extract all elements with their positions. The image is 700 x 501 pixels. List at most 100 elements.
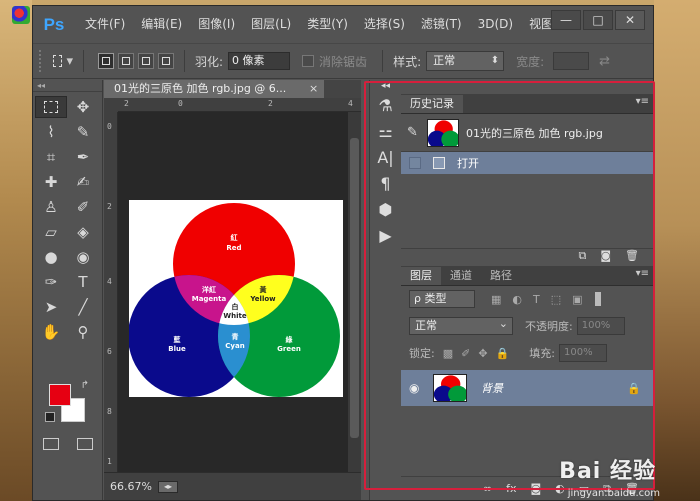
menu-type[interactable]: 类型(Y) <box>299 6 356 43</box>
dodge-tool-icon[interactable]: ◉ <box>67 246 99 268</box>
history-brush-tool-icon[interactable]: ✐ <box>67 196 99 218</box>
ruler-top: 2 0 2 4 <box>118 98 361 112</box>
menu-edit[interactable]: 编辑(E) <box>133 6 190 43</box>
tool-bottom <box>43 438 93 450</box>
options-bar: ▾ 羽化: 0 像素 消除锯齿 样式: 正常 宽度: ⇄ <box>33 43 653 79</box>
ruler-tick: 0 <box>178 99 183 108</box>
baidu-watermark-url: jingyan.baidu.com <box>567 488 660 499</box>
ruler-tick: 6 <box>107 347 112 356</box>
ruler-left: 0 2 4 6 8 1 <box>104 112 118 472</box>
quick-mask-icon[interactable] <box>43 438 59 450</box>
menu-3d[interactable]: 3D(D) <box>470 6 521 43</box>
close-tab-icon[interactable]: × <box>309 80 318 98</box>
feather-input[interactable]: 0 像素 <box>228 52 291 70</box>
lasso-tool-icon[interactable]: ⌇ <box>35 121 67 143</box>
rgb-venn-image: 紅 Red 洋紅 Magenta 黃 Yellow 白 White 藍 Blue… <box>128 203 340 397</box>
width-label: 宽度: <box>516 54 545 69</box>
menu-file[interactable]: 文件(F) <box>77 6 133 43</box>
blue-label: Blue <box>168 345 186 353</box>
ruler-tick: 4 <box>348 99 353 108</box>
yellow-label: Yellow <box>249 295 276 303</box>
minimize-button[interactable]: — <box>551 10 581 30</box>
tools-collapse-icon[interactable]: ◂◂ <box>33 80 102 92</box>
crop-tool-icon[interactable]: ⌗ <box>35 146 67 168</box>
status-menu-icon[interactable]: ◂▸ <box>157 480 178 493</box>
color-swatches: ↱ <box>45 380 95 430</box>
desktop-background-right <box>654 0 700 501</box>
green-title: 綠 <box>286 335 294 344</box>
brush-tool-icon[interactable]: ✍ <box>67 171 99 193</box>
ruler-tick: 1 <box>107 457 112 466</box>
cyan-title: 青 <box>232 332 239 341</box>
document-tab[interactable]: 01光的三原色 加色 rgb.jpg @ 6... <box>104 80 324 98</box>
magenta-title: 洋紅 <box>202 285 216 294</box>
path-select-tool-icon[interactable]: ➤ <box>35 296 67 318</box>
default-colors-icon[interactable] <box>45 412 55 422</box>
style-select[interactable]: 正常 <box>426 51 505 71</box>
menu-select[interactable]: 选择(S) <box>356 6 413 43</box>
menu-filter[interactable]: 滤镜(T) <box>413 6 470 43</box>
desktop-background-left <box>0 0 32 501</box>
intersect-selection-mode-icon[interactable] <box>158 53 174 69</box>
red-label: Red <box>226 244 241 252</box>
style-label: 样式: <box>393 54 422 69</box>
maximize-button[interactable]: □ <box>583 10 613 30</box>
clone-stamp-tool-icon[interactable]: ♙ <box>35 196 67 218</box>
foreground-color-swatch[interactable] <box>49 384 71 406</box>
rgb-image-canvas: 紅 Red 洋紅 Magenta 黃 Yellow 白 White 藍 Blue… <box>128 200 343 397</box>
type-tool-icon[interactable]: T <box>67 271 99 293</box>
screen-mode-icon[interactable] <box>77 438 93 450</box>
subtract-selection-mode-icon[interactable] <box>138 53 154 69</box>
baidu-watermark: Bai 经验 <box>559 459 656 484</box>
menu-bar: Ps 文件(F) 编辑(E) 图像(I) 图层(L) 类型(Y) 选择(S) 滤… <box>33 6 653 43</box>
zoom-level[interactable]: 66.67% <box>104 480 152 493</box>
window-controls: — □ ✕ <box>551 10 645 30</box>
highlight-frame <box>364 81 655 490</box>
ruler-corner <box>104 98 118 112</box>
ruler-tick: 2 <box>124 99 129 108</box>
line-tool-icon[interactable]: ╱ <box>67 296 99 318</box>
canvas-area[interactable]: 紅 Red 洋紅 Magenta 黃 Yellow 白 White 藍 Blue… <box>119 113 348 471</box>
quick-select-tool-icon[interactable]: ✎ <box>67 121 99 143</box>
ps-logo: Ps <box>43 14 65 34</box>
divider <box>382 50 384 72</box>
menu-layer[interactable]: 图层(L) <box>243 6 299 43</box>
move-tool-icon[interactable]: ✥ <box>67 96 99 118</box>
swap-icon[interactable]: ⇄ <box>599 54 610 69</box>
healing-brush-tool-icon[interactable]: ✚ <box>35 171 67 193</box>
ruler-tick: 2 <box>107 202 112 211</box>
eyedropper-tool-icon[interactable]: ✒ <box>67 146 99 168</box>
green-label: Green <box>277 345 301 353</box>
paint-bucket-tool-icon[interactable]: ◈ <box>67 221 99 243</box>
antialias-label: 消除锯齿 <box>319 54 368 69</box>
antialias-checkbox[interactable] <box>302 55 315 67</box>
ruler-tick: 4 <box>107 277 112 286</box>
hand-tool-icon[interactable]: ✋ <box>35 321 67 343</box>
width-input[interactable] <box>553 52 590 70</box>
options-grip[interactable] <box>39 50 45 72</box>
yellow-title: 黃 <box>259 285 267 294</box>
scrollbar-thumb[interactable] <box>350 138 359 438</box>
close-button[interactable]: ✕ <box>615 10 645 30</box>
rect-marquee-tool-icon[interactable] <box>35 96 67 118</box>
menu-items: 文件(F) 编辑(E) 图像(I) 图层(L) 类型(Y) 选择(S) 滤镜(T… <box>77 6 566 43</box>
cyan-label: Cyan <box>225 342 244 350</box>
marquee-preset-icon[interactable]: ▾ <box>53 52 73 70</box>
blue-title: 藍 <box>174 335 181 344</box>
document-window: 01光的三原色 加色 rgb.jpg @ 6... × 2 0 2 4 0 2 … <box>104 80 361 500</box>
add-selection-mode-icon[interactable] <box>118 53 134 69</box>
magenta-label: Magenta <box>192 295 227 303</box>
feather-label: 羽化: <box>195 54 224 69</box>
taskbar-app-icon[interactable] <box>12 6 30 24</box>
new-selection-mode-icon[interactable] <box>98 53 114 69</box>
eraser-tool-icon[interactable]: ▱ <box>35 221 67 243</box>
pen-tool-icon[interactable]: ✑ <box>35 271 67 293</box>
red-title: 紅 <box>231 233 238 242</box>
vertical-scrollbar[interactable] <box>348 112 361 472</box>
swap-colors-icon[interactable]: ↱ <box>81 380 89 391</box>
zoom-tool-icon[interactable]: ⚲ <box>67 321 99 343</box>
blur-tool-icon[interactable]: ● <box>35 246 67 268</box>
white-title: 白 <box>232 302 239 311</box>
menu-image[interactable]: 图像(I) <box>190 6 243 43</box>
white-label: White <box>223 312 246 320</box>
